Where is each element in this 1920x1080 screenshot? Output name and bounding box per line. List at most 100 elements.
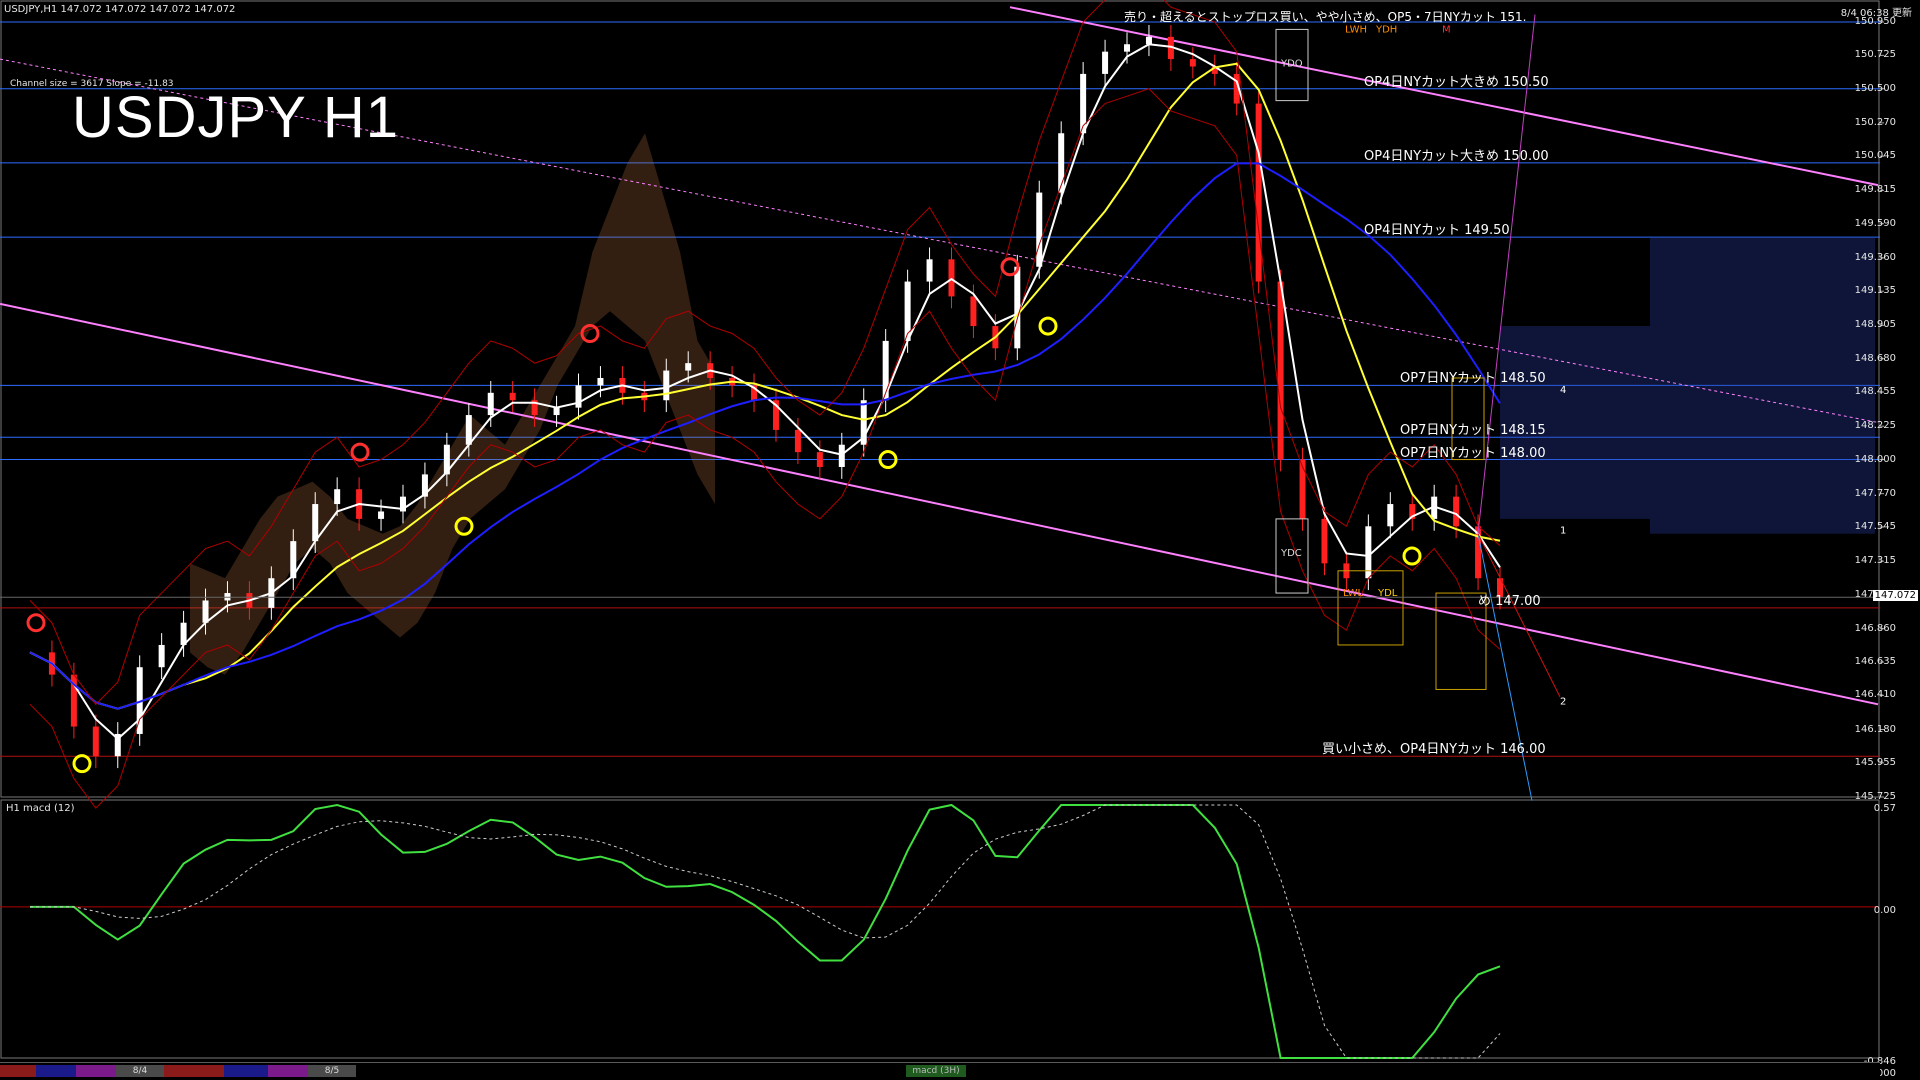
price-tick-label: 150.500	[1854, 82, 1896, 94]
reference-line-label: OP7日NYカット 148.15	[1400, 423, 1546, 439]
price-tick-label: 146.860	[1854, 622, 1896, 634]
price-tick-label: 150.950	[1854, 16, 1896, 27]
tab-macd[interactable]: macd (3H)	[906, 1065, 966, 1077]
symbol-header: USDJPY,H1 147.072 147.072 147.072 147.07…	[4, 4, 236, 15]
macd-panel-frame	[0, 799, 1880, 1059]
candle-body	[1145, 36, 1152, 45]
candle-body	[1453, 496, 1460, 527]
chart-title: USDJPY H1	[72, 85, 400, 150]
candle-body	[158, 644, 165, 668]
chart-window[interactable]: YDO YDC LWH YDH M LWL YDL 1 2 4 USDJPY,H1 147.072…	[0, 0, 1920, 1080]
price-tick-label: 148.455	[1854, 386, 1896, 398]
price-tick-label: 147.315	[1854, 555, 1896, 567]
tab-color-5	[224, 1065, 268, 1077]
macd-axis-label: 0.57	[1873, 803, 1896, 814]
price-tick-label: 150.270	[1854, 116, 1896, 128]
candle-body	[378, 511, 385, 519]
candle-body	[312, 504, 319, 542]
price-tick-label: 149.135	[1854, 285, 1896, 297]
projection-line-red	[1477, 533, 1561, 698]
reference-line-label: OP4日NYカット大きめ 150.50	[1364, 74, 1549, 90]
reference-line-label: OP4日NYカット大きめ 150.00	[1364, 148, 1549, 164]
box-label: 2	[1560, 696, 1566, 707]
price-tick-label: 149.590	[1854, 217, 1896, 229]
reference-line-label: OP4日NYカット 149.50	[1364, 223, 1510, 239]
price-tick-label: 147.545	[1854, 521, 1896, 533]
candle-body	[685, 363, 692, 371]
signal-marker	[26, 613, 46, 633]
candle-body	[92, 726, 99, 757]
candle-body	[465, 415, 472, 445]
price-tick-label: 146.410	[1854, 689, 1896, 701]
reference-line-label: OP7日NYカット 148.00	[1400, 445, 1546, 461]
price-tick-label: 149.815	[1854, 184, 1896, 196]
price-tick-label: 148.680	[1854, 352, 1896, 364]
price-tick-label: 150.045	[1854, 150, 1896, 162]
candle-body	[1321, 518, 1328, 564]
box-label: LWH	[1345, 24, 1367, 35]
reference-line-label: め 147.00	[1478, 593, 1541, 609]
box-label: M	[1442, 24, 1451, 35]
price-tick-label: 148.225	[1854, 420, 1896, 432]
reference-line-label: OP7日NYカット 148.50	[1400, 371, 1546, 387]
signal-marker	[350, 442, 370, 462]
price-tick-label: 150.725	[1854, 49, 1896, 61]
candle-body	[970, 296, 977, 327]
tab-date-2[interactable]: 8/5	[308, 1065, 356, 1077]
tab-color-3	[76, 1065, 116, 1077]
candle-body	[597, 377, 604, 386]
box-label: YDH	[1375, 24, 1397, 35]
macd-signal-line	[30, 804, 1501, 1059]
top-note: 売り・超えるとストップロス買い、やや小さめ、OP5・7日NYカット 151.	[1124, 10, 1527, 24]
candle-body	[575, 385, 582, 408]
price-tick-label: 145.955	[1854, 756, 1896, 768]
candle-body	[816, 452, 823, 467]
reference-line-label: 買い小さめ、OP4日NYカット 146.00	[1322, 742, 1546, 758]
box-label: YDC	[1280, 548, 1302, 559]
ichimoku-cloud-blue-2	[1650, 237, 1875, 534]
price-tick-label: 148.905	[1854, 319, 1896, 331]
tab-date-1[interactable]: 8/4	[116, 1065, 164, 1077]
candle-body	[1189, 59, 1196, 67]
candle-body	[1102, 51, 1109, 74]
candle-body	[926, 259, 933, 282]
current-price-label: 147.072	[1872, 590, 1918, 602]
box-label: 1	[1560, 526, 1566, 537]
macd-axis-label: 0.00	[1873, 904, 1896, 916]
tab-color-4	[164, 1065, 224, 1077]
candle-body	[838, 444, 845, 467]
candle-body	[1387, 504, 1394, 527]
signal-marker	[1402, 546, 1422, 566]
price-tick-label: 149.360	[1854, 251, 1896, 263]
candle-body	[509, 392, 516, 401]
tab-color-1	[0, 1065, 36, 1077]
signal-marker	[1038, 316, 1058, 336]
candle-body	[663, 370, 670, 401]
candle-body	[1255, 103, 1262, 282]
candle-body	[1124, 44, 1131, 52]
period-separator-bar: 8/4 8/5 macd (3H)	[0, 1062, 1880, 1079]
candle-body	[334, 489, 341, 505]
price-tick-label: 145.725	[1854, 791, 1896, 802]
price-tick-label: 148.000	[1854, 453, 1896, 465]
tab-color-2	[36, 1065, 76, 1077]
box-label: 4	[1560, 385, 1566, 396]
signal-marker	[72, 754, 92, 774]
candle-body	[948, 259, 955, 297]
price-tick-label: 146.180	[1854, 723, 1896, 735]
macd-line	[30, 803, 1501, 1059]
candle-body	[487, 392, 494, 416]
price-chart[interactable]: YDOYDCLWH YDH MLWL YDL124	[0, 0, 1920, 1080]
candle-body	[1299, 459, 1306, 519]
price-tick-label: 146.635	[1854, 656, 1896, 668]
candle-body	[1036, 192, 1043, 267]
candle-body	[1058, 133, 1065, 193]
candle-body	[553, 407, 560, 416]
candle-body	[202, 600, 209, 623]
price-tick-label: 147.770	[1854, 487, 1896, 499]
candle-body	[1277, 281, 1284, 460]
macd-label: H1 macd (12)	[6, 803, 75, 814]
tab-color-6	[268, 1065, 308, 1077]
box-label: YDO	[1280, 58, 1303, 69]
candle-body	[794, 429, 801, 453]
